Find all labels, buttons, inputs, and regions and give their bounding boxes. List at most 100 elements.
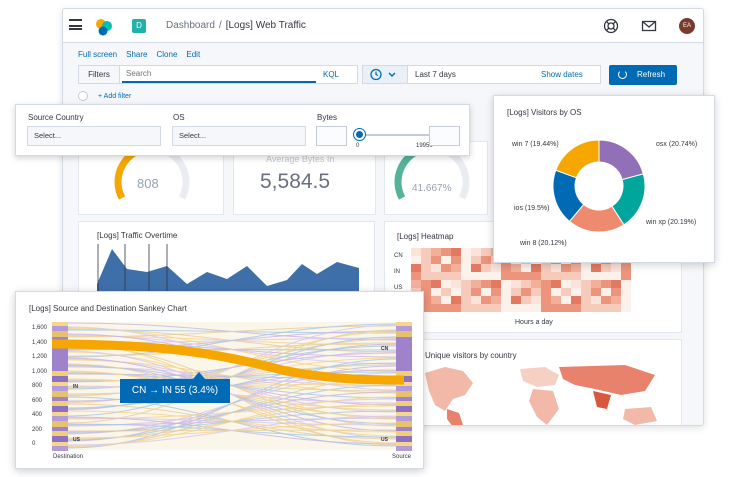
heatmap-cell[interactable] [551,280,561,288]
heatmap-cell[interactable] [601,304,611,312]
heatmap-cell[interactable] [541,280,551,288]
heatmap-cell[interactable] [431,296,441,304]
sankey-node[interactable] [396,406,412,412]
heatmap-cell[interactable] [541,288,551,296]
sankey-node[interactable] [396,416,412,421]
heatmap-cell[interactable] [451,256,461,264]
heatmap-cell[interactable] [441,296,451,304]
sankey-node[interactable] [52,442,68,446]
heatmap-cell[interactable] [411,248,421,256]
sankey-node[interactable] [52,431,68,436]
heatmap-cell[interactable] [521,288,531,296]
heatmap-cell[interactable] [431,256,441,264]
heatmap-cell[interactable] [581,296,591,304]
sankey-node[interactable] [52,322,68,326]
heatmap-cell[interactable] [551,288,561,296]
filters-button[interactable]: Filters [79,66,120,83]
heatmap-cell[interactable] [481,272,491,280]
heatmap-cell[interactable] [531,264,541,272]
heatmap-cell[interactable] [531,272,541,280]
heatmap-cell[interactable] [491,288,501,296]
refresh-button[interactable]: Refresh [609,65,677,85]
heatmap-cell[interactable] [471,304,481,312]
full-screen-link[interactable]: Full screen [78,50,117,59]
heatmap-cell[interactable] [441,304,451,312]
heatmap-cell[interactable] [501,304,511,312]
heatmap-cell[interactable] [591,296,601,304]
heatmap-cell[interactable] [541,296,551,304]
sankey-node[interactable] [396,431,412,436]
bytes-min-input[interactable] [316,126,347,146]
heatmap-cell[interactable] [451,304,461,312]
sankey-node[interactable] [396,446,412,451]
bytes-slider-thumb[interactable] [354,129,365,140]
heatmap-cell[interactable] [471,280,481,288]
kql-toggle[interactable]: KQL [323,70,339,79]
heatmap-cell[interactable] [431,288,441,296]
sankey-node[interactable] [396,401,412,406]
heatmap-cell[interactable] [531,288,541,296]
heatmap-cell[interactable] [481,264,491,272]
heatmap-cell[interactable] [621,280,631,288]
heatmap-cell[interactable] [461,280,471,288]
heatmap-cell[interactable] [421,256,431,264]
heatmap-cell[interactable] [591,288,601,296]
heatmap-cell[interactable] [531,304,541,312]
heatmap-cell[interactable] [511,280,521,288]
heatmap-cell[interactable] [561,304,571,312]
heatmap-cell[interactable] [621,288,631,296]
heatmap-cell[interactable] [621,304,631,312]
heatmap-cell[interactable] [411,272,421,280]
heatmap-cell[interactable] [561,272,571,280]
heatmap-cell[interactable] [431,280,441,288]
sankey-node[interactable] [52,391,68,397]
heatmap-cell[interactable] [461,264,471,272]
heatmap-cell[interactable] [481,288,491,296]
sankey-node[interactable] [52,376,68,382]
heatmap-cell[interactable] [431,304,441,312]
heatmap-cell[interactable] [481,280,491,288]
heatmap-cell[interactable] [581,304,591,312]
heatmap-cell[interactable] [441,256,451,264]
heatmap-cell[interactable] [451,280,461,288]
share-link[interactable]: Share [126,50,147,59]
quick-menu-button[interactable] [363,66,408,83]
bytes-slider-track[interactable] [358,134,436,136]
heatmap-cell[interactable] [611,272,621,280]
heatmap-cell[interactable] [461,248,471,256]
heatmap-cell[interactable] [521,272,531,280]
heatmap-cell[interactable] [471,272,481,280]
sankey-node[interactable] [396,337,412,371]
sankey-node[interactable] [52,421,68,427]
heatmap-cell[interactable] [461,288,471,296]
heatmap-cell[interactable] [621,264,631,272]
sankey-node[interactable] [52,427,68,431]
heatmap-cell[interactable] [591,272,601,280]
user-avatar[interactable]: EA [679,18,695,34]
heatmap-cell[interactable] [491,304,501,312]
heatmap-cell[interactable] [611,288,621,296]
heatmap-cell[interactable] [481,256,491,264]
heatmap-cell[interactable] [451,264,461,272]
heatmap-cell[interactable] [551,304,561,312]
heatmap-cell[interactable] [501,264,511,272]
heatmap-cell[interactable] [441,280,451,288]
heatmap-cell[interactable] [481,248,491,256]
heatmap-cell[interactable] [481,296,491,304]
heatmap-cell[interactable] [501,272,511,280]
heatmap-cell[interactable] [601,288,611,296]
heatmap-cell[interactable] [521,264,531,272]
hamburger-menu-icon[interactable] [69,19,82,30]
heatmap-cell[interactable] [531,296,541,304]
mail-icon[interactable] [641,18,657,34]
heatmap-cell[interactable] [421,272,431,280]
heatmap-cell[interactable] [601,296,611,304]
heatmap-cell[interactable] [551,272,561,280]
search-input[interactable] [122,66,316,83]
heatmap-cell[interactable] [411,280,421,288]
heatmap-cell[interactable] [571,296,581,304]
heatmap-cell[interactable] [501,280,511,288]
heatmap-cell[interactable] [471,248,481,256]
heatmap-cell[interactable] [441,288,451,296]
space-avatar[interactable]: D [132,19,146,33]
